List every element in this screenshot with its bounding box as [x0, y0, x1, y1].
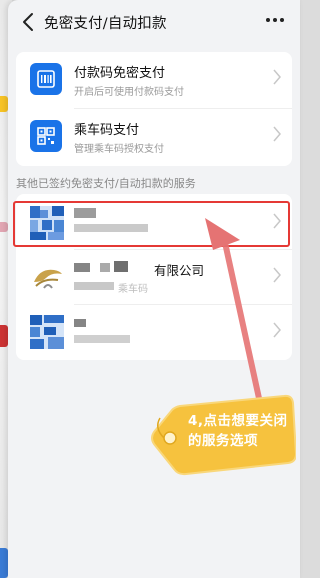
annotation-text: 4,点击想要关闭的服务选项 [188, 413, 288, 449]
annotation-arrow [205, 218, 265, 415]
annotation-tag: 4,点击想要关闭的服务选项 [150, 392, 296, 478]
